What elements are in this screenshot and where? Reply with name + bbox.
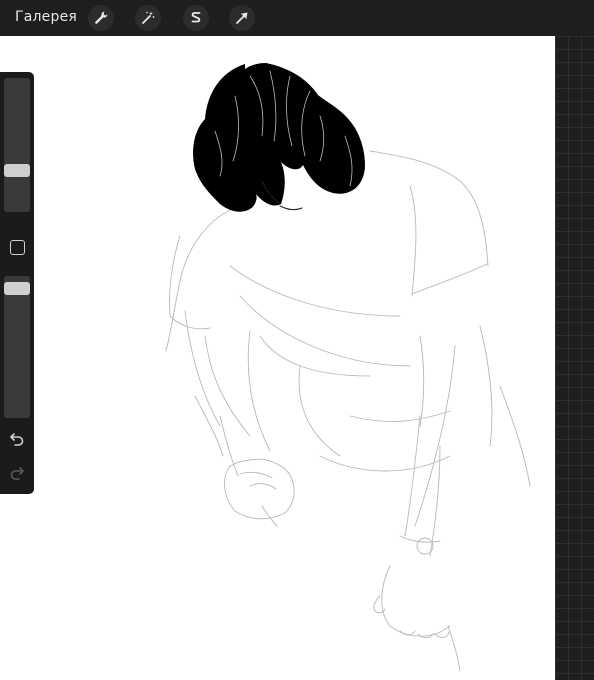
magic-wand-button[interactable] (135, 5, 161, 31)
selection-button[interactable] (183, 5, 209, 31)
top-toolbar: Галерея (0, 0, 594, 36)
brush-opacity-slider[interactable] (4, 276, 30, 418)
redo-icon[interactable] (8, 464, 26, 482)
arrow-cursor-icon (236, 12, 248, 24)
selection-s-icon (191, 12, 201, 23)
brush-size-thumb[interactable] (4, 164, 30, 177)
sketch-artwork (165, 63, 531, 672)
transform-button[interactable] (229, 5, 255, 31)
magic-wand-icon (142, 11, 155, 24)
layers-grid-panel (555, 36, 594, 680)
gallery-button[interactable]: Галерея (15, 9, 77, 25)
square-modify-icon[interactable] (10, 240, 25, 255)
drawing-canvas[interactable] (0, 36, 555, 680)
wrench-icon (95, 11, 108, 24)
side-toolbar (0, 72, 34, 494)
wrench-button[interactable] (88, 5, 114, 31)
undo-icon[interactable] (8, 430, 26, 448)
brush-opacity-thumb[interactable] (4, 282, 30, 295)
brush-size-slider[interactable] (4, 78, 30, 212)
